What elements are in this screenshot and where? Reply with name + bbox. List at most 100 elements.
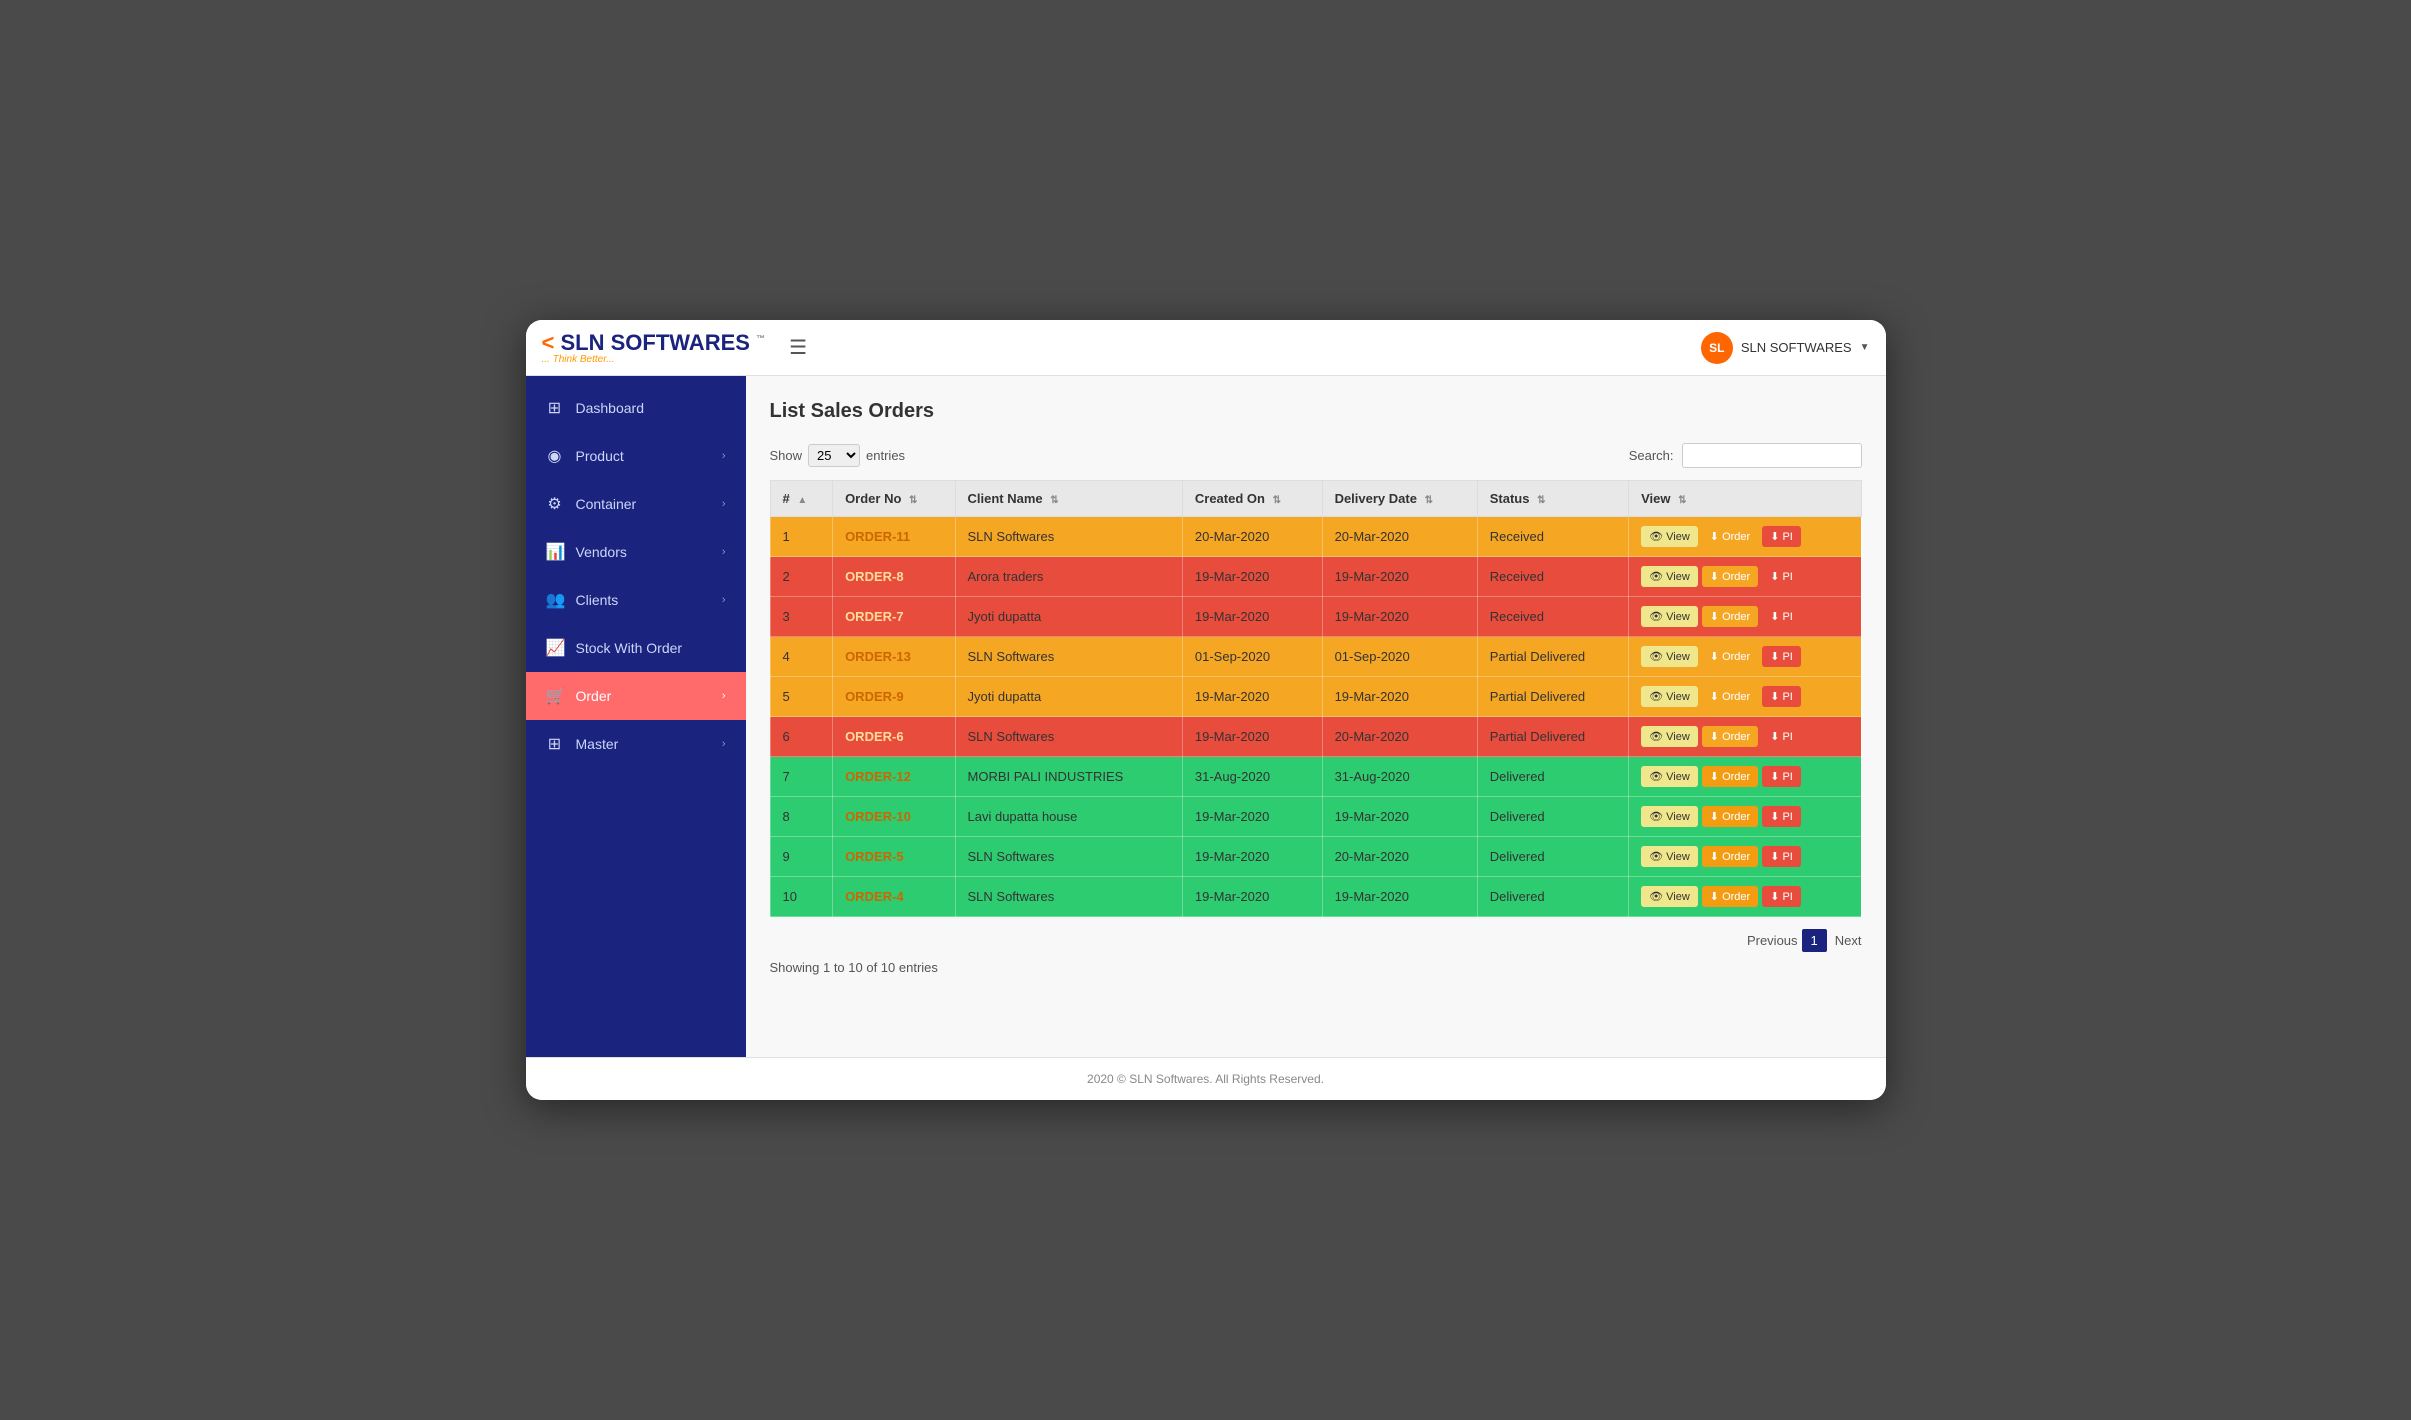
sidebar-label-product: Product	[576, 448, 624, 464]
pi-button[interactable]: ⬇ PI	[1762, 726, 1801, 747]
sidebar-item-vendors[interactable]: 📊 Vendors ›	[526, 528, 746, 576]
cell-order-no: ORDER-4	[833, 877, 955, 917]
cell-order-no: ORDER-5	[833, 837, 955, 877]
pagination: Previous 1 Next	[770, 929, 1862, 952]
sidebar-item-stock[interactable]: 📈 Stock With Order	[526, 624, 746, 672]
pagination-next[interactable]: Next	[1835, 933, 1862, 948]
order-button[interactable]: ⬇ Order	[1702, 806, 1758, 827]
sidebar-item-product[interactable]: ◉ Product ›	[526, 432, 746, 480]
user-dropdown-arrow[interactable]: ▼	[1860, 342, 1870, 353]
sidebar-item-dashboard[interactable]: ⊞ Dashboard	[526, 384, 746, 432]
sort-icon: ⇅	[1050, 495, 1058, 506]
cell-num: 2	[770, 557, 833, 597]
cell-view: 👁 View ⬇ Order ⬇ PI	[1629, 757, 1861, 797]
cell-created: 19-Mar-2020	[1182, 837, 1322, 877]
view-button[interactable]: 👁 View	[1641, 646, 1698, 667]
pi-button[interactable]: ⬇ PI	[1762, 526, 1801, 547]
pi-button[interactable]: ⬇ PI	[1762, 766, 1801, 787]
cell-delivery: 19-Mar-2020	[1322, 877, 1477, 917]
view-button[interactable]: 👁 View	[1641, 726, 1698, 747]
cell-client: Jyoti dupatta	[955, 677, 1182, 717]
order-button[interactable]: ⬇ Order	[1702, 646, 1758, 667]
cell-created: 19-Mar-2020	[1182, 557, 1322, 597]
cell-delivery: 19-Mar-2020	[1322, 557, 1477, 597]
pi-button[interactable]: ⬇ PI	[1762, 686, 1801, 707]
order-button[interactable]: ⬇ Order	[1702, 566, 1758, 587]
cell-view: 👁 View ⬇ Order ⬇ PI	[1629, 637, 1861, 677]
pi-button[interactable]: ⬇ PI	[1762, 886, 1801, 907]
order-icon: 🛒	[546, 686, 564, 706]
view-button[interactable]: 👁 View	[1641, 846, 1698, 867]
sort-icon: ⇅	[909, 495, 917, 506]
view-button[interactable]: 👁 View	[1641, 566, 1698, 587]
sidebar-item-master[interactable]: ⊞ Master ›	[526, 720, 746, 768]
pi-button[interactable]: ⬇ PI	[1762, 806, 1801, 827]
col-created-on[interactable]: Created On ⇅	[1182, 481, 1322, 517]
table-header-row: # ▲ Order No ⇅ Client Name ⇅ Created On …	[770, 481, 1861, 517]
view-button[interactable]: 👁 View	[1641, 806, 1698, 827]
pi-button[interactable]: ⬇ PI	[1762, 606, 1801, 627]
search-input[interactable]	[1682, 443, 1862, 468]
col-delivery-date[interactable]: Delivery Date ⇅	[1322, 481, 1477, 517]
pi-button[interactable]: ⬇ PI	[1762, 646, 1801, 667]
table-row: 6 ORDER-6 SLN Softwares 19-Mar-2020 20-M…	[770, 717, 1861, 757]
cell-delivery: 19-Mar-2020	[1322, 597, 1477, 637]
show-entries: Show 10 25 50 100 entries	[770, 444, 906, 467]
order-button[interactable]: ⬇ Order	[1702, 686, 1758, 707]
pi-button[interactable]: ⬇ PI	[1762, 846, 1801, 867]
sidebar-label-container: Container	[576, 496, 637, 512]
cell-order-no: ORDER-9	[833, 677, 955, 717]
product-chevron-icon: ›	[722, 450, 726, 462]
cell-status: Partial Delivered	[1477, 677, 1628, 717]
order-button[interactable]: ⬇ Order	[1702, 886, 1758, 907]
col-status[interactable]: Status ⇅	[1477, 481, 1628, 517]
col-order-no[interactable]: Order No ⇅	[833, 481, 955, 517]
cell-status: Received	[1477, 557, 1628, 597]
master-chevron-icon: ›	[722, 738, 726, 750]
cell-view: 👁 View ⬇ Order ⬇ PI	[1629, 597, 1861, 637]
order-button[interactable]: ⬇ Order	[1702, 846, 1758, 867]
cell-client: MORBI PALI INDUSTRIES	[955, 757, 1182, 797]
cell-status: Delivered	[1477, 837, 1628, 877]
view-button[interactable]: 👁 View	[1641, 526, 1698, 547]
clients-chevron-icon: ›	[722, 594, 726, 606]
order-button[interactable]: ⬇ Order	[1702, 606, 1758, 627]
cell-num: 6	[770, 717, 833, 757]
cell-status: Partial Delivered	[1477, 717, 1628, 757]
hamburger-menu[interactable]: ☰	[781, 331, 815, 364]
page-title: List Sales Orders	[770, 400, 1862, 423]
cell-num: 7	[770, 757, 833, 797]
action-btn-group: 👁 View ⬇ Order ⬇ PI	[1641, 806, 1848, 827]
data-table: # ▲ Order No ⇅ Client Name ⇅ Created On …	[770, 480, 1862, 917]
order-button[interactable]: ⬇ Order	[1702, 726, 1758, 747]
cell-client: Arora traders	[955, 557, 1182, 597]
clients-icon: 👥	[546, 590, 564, 610]
col-client-name[interactable]: Client Name ⇅	[955, 481, 1182, 517]
view-button[interactable]: 👁 View	[1641, 766, 1698, 787]
logo: < SLN SOFTWARES ™ ... Think Better...	[542, 330, 766, 365]
order-chevron-icon: ›	[722, 690, 726, 702]
pagination-previous[interactable]: Previous	[1747, 933, 1798, 948]
cell-num: 10	[770, 877, 833, 917]
sidebar-item-clients[interactable]: 👥 Clients ›	[526, 576, 746, 624]
sidebar-item-container[interactable]: ⚙ Container ›	[526, 480, 746, 528]
order-button[interactable]: ⬇ Order	[1702, 526, 1758, 547]
entries-select[interactable]: 10 25 50 100	[808, 444, 860, 467]
cell-order-no: ORDER-8	[833, 557, 955, 597]
cell-client: SLN Softwares	[955, 517, 1182, 557]
cell-created: 19-Mar-2020	[1182, 677, 1322, 717]
view-button[interactable]: 👁 View	[1641, 686, 1698, 707]
sidebar-item-order[interactable]: 🛒 Order ›	[526, 672, 746, 720]
view-button[interactable]: 👁 View	[1641, 606, 1698, 627]
table-row: 10 ORDER-4 SLN Softwares 19-Mar-2020 19-…	[770, 877, 1861, 917]
container-chevron-icon: ›	[722, 498, 726, 510]
view-button[interactable]: 👁 View	[1641, 886, 1698, 907]
cell-client: SLN Softwares	[955, 717, 1182, 757]
cell-delivery: 19-Mar-2020	[1322, 677, 1477, 717]
table-row: 3 ORDER-7 Jyoti dupatta 19-Mar-2020 19-M…	[770, 597, 1861, 637]
cell-created: 19-Mar-2020	[1182, 717, 1322, 757]
entries-label: entries	[866, 448, 905, 463]
page-btn-1[interactable]: 1	[1802, 929, 1827, 952]
order-button[interactable]: ⬇ Order	[1702, 766, 1758, 787]
pi-button[interactable]: ⬇ PI	[1762, 566, 1801, 587]
